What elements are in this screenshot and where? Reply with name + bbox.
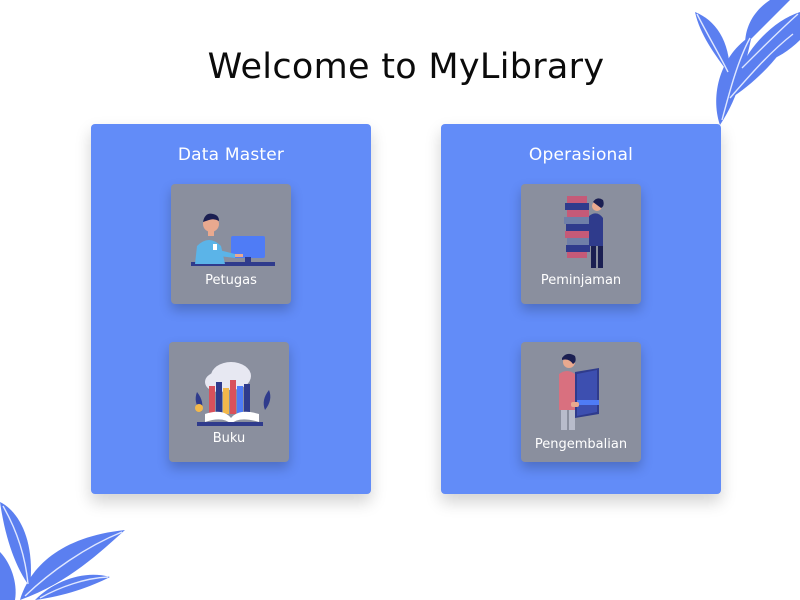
panel-operasional: Operasional Peminjaman Pengembalian bbox=[441, 124, 721, 494]
officer-at-computer-icon bbox=[191, 213, 275, 266]
leaf-decoration-bottom-left bbox=[0, 502, 125, 600]
card-label-petugas: Petugas bbox=[205, 273, 257, 288]
card-buku[interactable]: Buku bbox=[169, 342, 289, 462]
person-carrying-books-icon bbox=[564, 196, 604, 268]
card-label-peminjaman: Peminjaman bbox=[540, 273, 622, 288]
panel-data-master: Data Master Petugas Buku bbox=[91, 124, 371, 494]
person-holding-book-icon bbox=[559, 353, 599, 430]
card-pengembalian[interactable]: Pengembalian bbox=[521, 342, 641, 462]
panel-title-operasional: Operasional bbox=[528, 145, 634, 165]
card-peminjaman[interactable]: Peminjaman bbox=[521, 184, 641, 304]
page-title: Welcome to MyLibrary bbox=[207, 47, 605, 87]
panel-title-data-master: Data Master bbox=[177, 145, 285, 165]
card-label-pengembalian: Pengembalian bbox=[534, 437, 628, 452]
books-stack-icon bbox=[195, 362, 271, 426]
card-petugas[interactable]: Petugas bbox=[171, 184, 291, 304]
card-label-buku: Buku bbox=[212, 431, 246, 446]
